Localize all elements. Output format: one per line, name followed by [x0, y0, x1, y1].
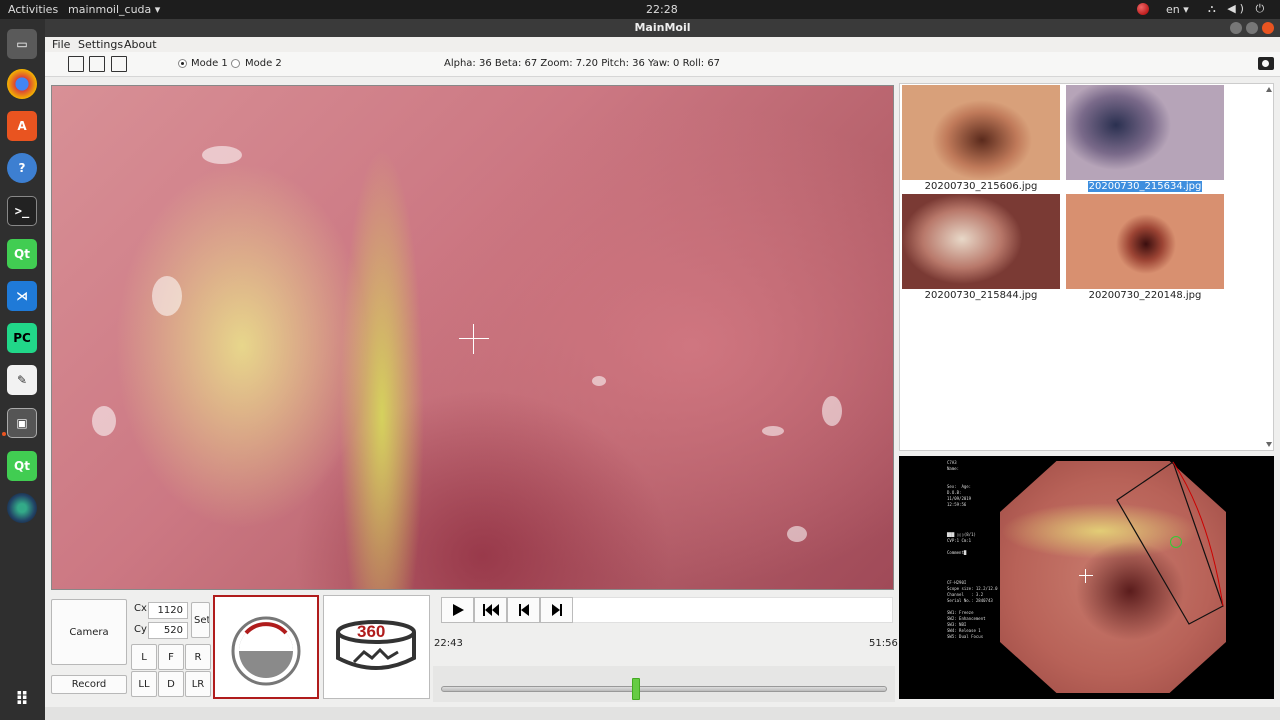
- activities-button[interactable]: Activities: [8, 3, 58, 16]
- menu-file[interactable]: File: [52, 38, 70, 51]
- menu-settings[interactable]: Settings: [78, 38, 123, 51]
- thumbnail-image[interactable]: [1066, 194, 1224, 289]
- cx-input[interactable]: 1120: [148, 602, 188, 619]
- camera-button[interactable]: Camera: [51, 599, 127, 665]
- globe-app-icon[interactable]: [7, 493, 37, 523]
- files-app-icon[interactable]: ▭: [7, 29, 37, 59]
- qt-creator-icon[interactable]: Qt: [7, 239, 37, 269]
- specular-highlight: [592, 376, 606, 386]
- right-button[interactable]: R: [185, 644, 211, 670]
- thumbnail-image[interactable]: [902, 85, 1060, 180]
- application-dock: ▭ A ? >_ Qt ⋊ PC ✎ ▣ Qt ⠿: [0, 19, 45, 720]
- cx-label: Cx: [134, 603, 147, 614]
- help-app-icon[interactable]: ?: [7, 153, 37, 183]
- seek-area: [433, 666, 895, 702]
- seek-slider-handle[interactable]: [631, 678, 640, 700]
- app-menu[interactable]: mainmoil_cuda ▾: [68, 3, 160, 16]
- specular-highlight: [92, 406, 116, 436]
- specular-highlight: [787, 526, 807, 542]
- next-frame-icon: [551, 604, 562, 616]
- mode1-radio[interactable]: [178, 59, 187, 68]
- lower-left-button[interactable]: LL: [131, 671, 157, 697]
- seek-slider[interactable]: [441, 686, 887, 692]
- menu-about[interactable]: About: [124, 38, 157, 51]
- recording-indicator-icon[interactable]: [1137, 3, 1149, 15]
- front-button[interactable]: F: [158, 644, 184, 670]
- left-button[interactable]: L: [131, 644, 157, 670]
- scroll-down-arrow-icon[interactable]: [1266, 442, 1272, 447]
- system-top-bar: Activities mainmoil_cuda ▾ 22:28 en ▾ ⛬ …: [0, 0, 1280, 29]
- panorama-360-label: 360: [357, 622, 386, 641]
- text-editor-icon[interactable]: ✎: [7, 365, 37, 395]
- specular-highlight: [762, 426, 784, 436]
- anypoint-mode-button[interactable]: [213, 595, 319, 699]
- play-icon: [452, 604, 464, 616]
- status-bar: [45, 707, 1280, 720]
- thumbnail-caption-selected[interactable]: 20200730_215634.jpg: [1066, 181, 1224, 192]
- record-button[interactable]: Record: [51, 675, 127, 694]
- pycharm-app-icon[interactable]: PC: [7, 323, 37, 353]
- window-titlebar: MainMoil: [45, 19, 1280, 37]
- minimize-button[interactable]: [1230, 22, 1242, 34]
- lower-right-button[interactable]: LR: [185, 671, 211, 697]
- thumbnail-caption[interactable]: 20200730_215606.jpg: [902, 181, 1060, 192]
- open-image-icon[interactable]: [89, 56, 105, 72]
- mode2-radio[interactable]: [231, 59, 240, 68]
- terminal-app-icon[interactable]: >_: [7, 196, 37, 226]
- current-time: 22:43: [434, 638, 463, 649]
- specular-highlight: [152, 276, 182, 316]
- mode1-label: Mode 1: [191, 58, 228, 69]
- mainmoil-app-icon[interactable]: ▣: [7, 408, 37, 438]
- menu-bar: File Settings About: [45, 37, 1280, 52]
- previous-frame-icon: [518, 604, 529, 616]
- chrome-app-icon[interactable]: [7, 69, 37, 99]
- specular-highlight: [822, 396, 842, 426]
- total-time: 51:56: [869, 638, 898, 649]
- cy-label: Cy: [134, 624, 147, 635]
- show-apps-grid-icon[interactable]: ⠿: [7, 684, 37, 714]
- close-button[interactable]: [1262, 22, 1274, 34]
- thumbnail-image[interactable]: [902, 194, 1060, 289]
- panorama-360-button[interactable]: 360: [323, 595, 430, 699]
- window-title: MainMoil: [634, 21, 691, 34]
- fisheye-overview[interactable]: C7A3 Name: Sex: Age: D.O.B: 11/09/2019 1…: [899, 456, 1274, 699]
- software-center-icon[interactable]: A: [7, 111, 37, 141]
- overview-crosshair-icon: [1079, 569, 1093, 583]
- cy-input[interactable]: 520: [148, 622, 188, 639]
- view-parameters-status: Alpha: 36 Beta: 67 Zoom: 7.20 Pitch: 36 …: [444, 58, 721, 69]
- view-crosshair-icon: [459, 324, 489, 354]
- toolbar: Mode 1 Mode 2 Alpha: 36 Beta: 67 Zoom: 7…: [45, 52, 1280, 77]
- scroll-up-arrow-icon[interactable]: [1266, 87, 1272, 92]
- thumbnail-caption[interactable]: 20200730_215844.jpg: [902, 290, 1060, 301]
- main-video-view[interactable]: [51, 85, 894, 590]
- maximize-button[interactable]: [1246, 22, 1258, 34]
- snapshot-camera-icon[interactable]: [1258, 57, 1274, 70]
- running-indicator: [2, 432, 6, 436]
- mode2-label: Mode 2: [245, 58, 282, 69]
- thumbnail-image[interactable]: [1066, 85, 1224, 180]
- set-center-button[interactable]: Set: [191, 602, 210, 638]
- down-button[interactable]: D: [158, 671, 184, 697]
- qt-designer-icon[interactable]: Qt: [7, 451, 37, 481]
- skip-back-button[interactable]: [474, 597, 507, 623]
- next-frame-button[interactable]: [540, 597, 573, 623]
- clock[interactable]: 22:28: [646, 3, 678, 16]
- specular-highlight: [202, 146, 242, 164]
- vscode-app-icon[interactable]: ⋊: [7, 281, 37, 311]
- thumbnail-caption[interactable]: 20200730_220148.jpg: [1066, 290, 1224, 301]
- open-video-icon[interactable]: [111, 56, 127, 72]
- open-document-icon[interactable]: [68, 56, 84, 72]
- rewind-icon: [482, 604, 499, 616]
- language-selector[interactable]: en ▾: [1166, 3, 1189, 16]
- play-button[interactable]: [441, 597, 474, 623]
- panorama-360-icon: [336, 620, 416, 670]
- anypoint-dial-icon: [231, 616, 301, 686]
- view-center-marker-icon: [1170, 536, 1182, 548]
- previous-frame-button[interactable]: [507, 597, 540, 623]
